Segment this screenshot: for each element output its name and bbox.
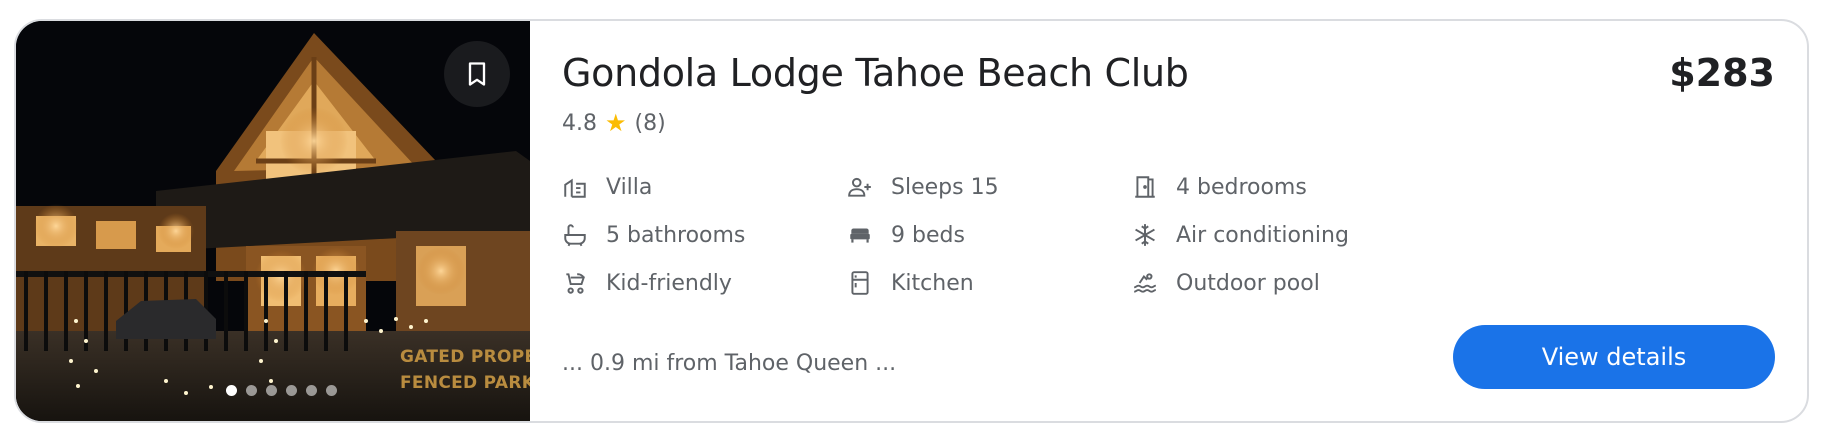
amenity-sleeps: Sleeps 15 — [847, 171, 1132, 203]
kitchen-icon — [847, 270, 873, 296]
amenity-kitchen: Kitchen — [847, 267, 1132, 299]
amenity-bathrooms: 5 bathrooms — [562, 219, 847, 251]
carousel-dots — [226, 385, 337, 396]
carousel-dot[interactable] — [306, 385, 317, 396]
amenity-bedrooms: 4 bedrooms — [1132, 171, 1432, 203]
listing-price: $283 — [1669, 51, 1775, 95]
view-details-button[interactable]: View details — [1453, 325, 1775, 389]
amenity-label: Sleeps 15 — [891, 174, 999, 200]
bookmark-icon — [468, 62, 486, 86]
amenity-villa: Villa — [562, 171, 847, 203]
amenity-label: 4 bedrooms — [1176, 174, 1307, 200]
listing-title[interactable]: Gondola Lodge Tahoe Beach Club — [562, 51, 1189, 95]
amenity-label: Kid-friendly — [606, 270, 732, 296]
review-count[interactable]: (8) — [635, 111, 666, 136]
bookmark-button[interactable] — [444, 41, 510, 107]
star-icon: ★ — [605, 109, 627, 137]
amenities-grid: Villa Sleeps 15 4 bedrooms 5 bathrooms 9… — [562, 171, 1432, 299]
photo-caption-line1: GATED PROPER — [400, 347, 530, 367]
carousel-dot[interactable] — [326, 385, 337, 396]
carousel-dot[interactable] — [246, 385, 257, 396]
amenity-label: Air conditioning — [1176, 222, 1349, 248]
amenity-label: Villa — [606, 174, 653, 200]
rating-value: 4.8 — [562, 110, 597, 136]
rating-row: 4.8 ★ (8) — [562, 109, 666, 137]
amenity-label: Kitchen — [891, 270, 974, 296]
pool-icon — [1132, 270, 1158, 296]
carousel-dot[interactable] — [226, 385, 237, 396]
listing-photo[interactable]: GATED PROPER FENCED PARKIN — [16, 21, 530, 421]
location-snippet: ... 0.9 mi from Tahoe Queen ... — [562, 351, 897, 376]
sleeps-icon — [847, 174, 873, 200]
amenity-air-conditioning: Air conditioning — [1132, 219, 1432, 251]
amenity-label: Outdoor pool — [1176, 270, 1320, 296]
photo-caption-line2: FENCED PARKIN — [400, 373, 530, 393]
amenity-beds: 9 beds — [847, 219, 1132, 251]
villa-icon — [562, 174, 588, 200]
amenity-label: 5 bathrooms — [606, 222, 746, 248]
bedroom-door-icon — [1132, 174, 1158, 200]
stroller-icon — [562, 270, 588, 296]
carousel-dot[interactable] — [266, 385, 277, 396]
snowflake-icon — [1132, 222, 1158, 248]
amenity-label: 9 beds — [891, 222, 965, 248]
amenity-kid-friendly: Kid-friendly — [562, 267, 847, 299]
bathtub-icon — [562, 222, 588, 248]
bed-icon — [847, 222, 873, 248]
carousel-dot[interactable] — [286, 385, 297, 396]
photo-caption: GATED PROPER FENCED PARKIN — [400, 344, 530, 396]
amenity-outdoor-pool: Outdoor pool — [1132, 267, 1432, 299]
listing-card[interactable]: GATED PROPER FENCED PARKIN Gondola Lodge… — [14, 19, 1809, 423]
